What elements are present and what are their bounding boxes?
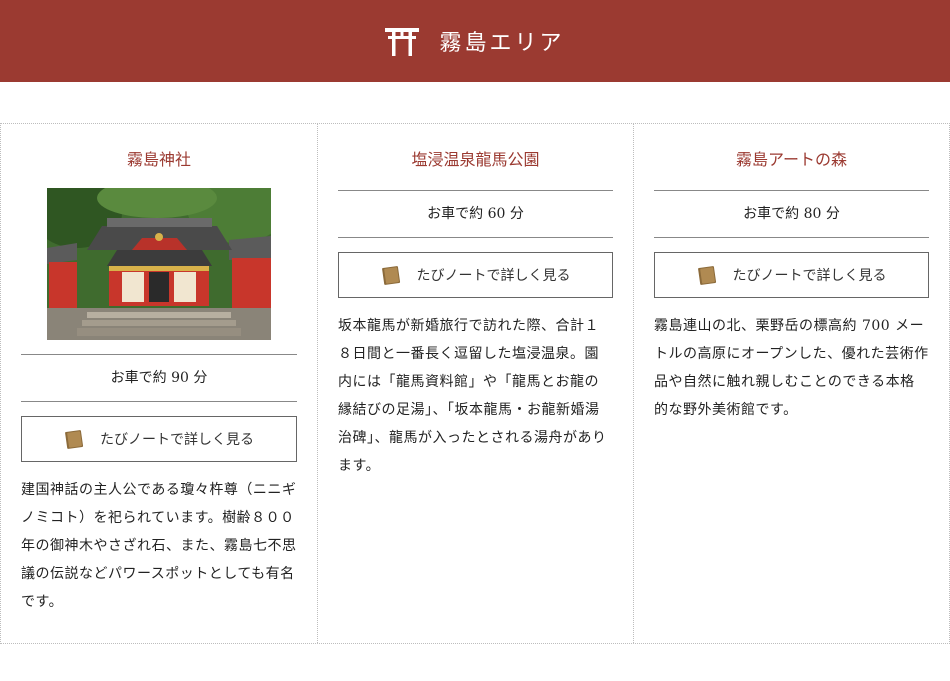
notebook-icon	[65, 430, 84, 449]
spot-card-shiobitashi: 塩浸温泉龍馬公園 お車で約 60 分 たびノートで詳しく見る 坂本龍馬が新婚旅行…	[317, 124, 633, 643]
access-time: お車で約 60 分	[338, 190, 613, 238]
spot-grid: 霧島神社 お車で約 90 分 たびノートで詳しく見る 建国神話の主人公である瓊々…	[0, 123, 950, 644]
tabi-note-button[interactable]: たびノートで詳しく見る	[654, 252, 929, 298]
spot-description: 建国神話の主人公である瓊々杵尊（ニニギノミコト）を祀られています。樹齢８００年の…	[21, 482, 297, 610]
tabi-note-button[interactable]: たびノートで詳しく見る	[21, 416, 297, 462]
spot-title: 霧島神社	[126, 150, 191, 169]
tabi-note-button-label: たびノートで詳しく見る	[732, 268, 887, 284]
spot-card-kirishima-art-forest: 霧島アートの森 お車で約 80 分 たびノートで詳しく見る 霧島連山の北、栗野岳…	[633, 124, 949, 643]
tabi-note-button-label: たびノートで詳しく見る	[416, 268, 571, 284]
page-title: 霧島エリア	[439, 31, 565, 56]
shrine-photo	[47, 188, 271, 340]
spot-title: 塩浸温泉龍馬公園	[411, 150, 540, 169]
spot-card-kirishima-jingu: 霧島神社 お車で約 90 分 たびノートで詳しく見る 建国神話の主人公である瓊々…	[1, 124, 317, 643]
area-header: 霧島エリア	[0, 0, 950, 82]
tabi-note-button-label: たびノートで詳しく見る	[100, 432, 254, 448]
access-time: お車で約 80 分	[654, 190, 929, 238]
notebook-icon	[697, 266, 716, 285]
torii-icon	[385, 28, 420, 56]
spot-title: 霧島アートの森	[735, 150, 848, 169]
spot-description: 霧島連山の北、栗野岳の標高約 700 メートルの高原にオープンした、優れた芸術作…	[654, 318, 929, 418]
tabi-note-button[interactable]: たびノートで詳しく見る	[338, 252, 613, 298]
access-time: お車で約 90 分	[21, 355, 297, 402]
notebook-icon	[381, 266, 400, 285]
spot-description: 坂本龍馬が新婚旅行で訪れた際、合計１８日間と一番長く逗留した塩浸温泉。園内には「…	[338, 318, 607, 474]
